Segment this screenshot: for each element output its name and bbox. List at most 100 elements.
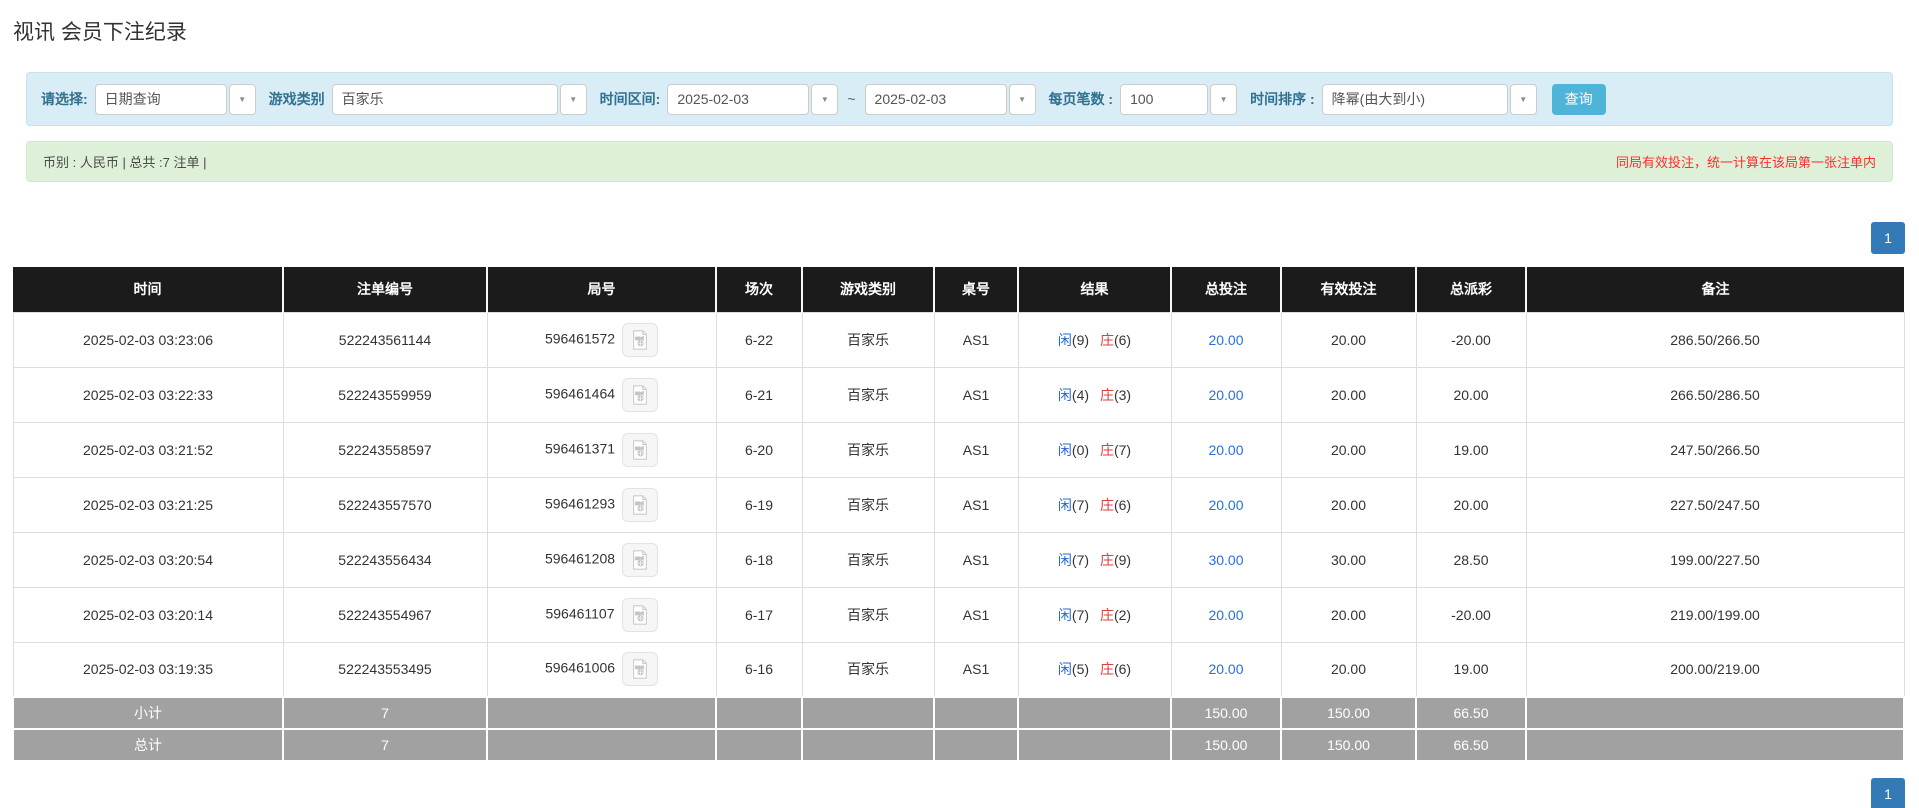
chevron-down-icon[interactable]: ▼ xyxy=(1210,83,1238,115)
round-cell: 596461293 xyxy=(486,476,717,533)
grand-total-label: 总计 xyxy=(12,728,284,762)
table-no-cell: AS1 xyxy=(933,531,1019,588)
date-to-value[interactable]: 2025-02-03 xyxy=(864,83,1007,115)
result-player-num: (7) xyxy=(1071,606,1090,623)
table-no-cell: AS1 xyxy=(933,311,1019,368)
valid-bet-notice-text: 同局有效投注，统一计算在该局第一张注单内 xyxy=(1615,155,1876,170)
video-file-icon xyxy=(633,659,647,679)
table-no-cell: AS1 xyxy=(933,641,1019,698)
round-cell: 596461208 xyxy=(486,531,717,588)
time-cell: 2025-02-03 03:20:14 xyxy=(12,586,284,643)
session-cell: 6-19 xyxy=(715,476,803,533)
game-type-cell: 百家乐 xyxy=(801,311,935,368)
total-bet-link[interactable]: 20.00 xyxy=(1208,661,1243,677)
page-size-label: 每页笔数 : xyxy=(1048,91,1114,107)
game-type-cell: 百家乐 xyxy=(801,586,935,643)
payout-cell: 28.50 xyxy=(1415,531,1527,588)
video-file-icon xyxy=(633,549,647,570)
total-bet-link[interactable]: 20.00 xyxy=(1208,607,1243,623)
round-id: 596461208 xyxy=(544,550,616,567)
subtotal-payout: 66.50 xyxy=(1415,696,1527,730)
result-cell: 闲(7) 庄(6) xyxy=(1017,476,1172,533)
result-player-label: 闲 xyxy=(1057,606,1072,623)
col-time: 时间 xyxy=(13,267,284,312)
bet-id-cell: 522243561144 xyxy=(282,311,488,368)
game-type-value[interactable]: 百家乐 xyxy=(331,83,558,115)
video-replay-button[interactable] xyxy=(621,597,658,632)
select-type-value[interactable]: 日期查询 xyxy=(94,83,227,115)
total-bet-link[interactable]: 30.00 xyxy=(1208,552,1243,568)
payout-cell: 19.00 xyxy=(1415,641,1527,698)
page-size-value[interactable]: 100 xyxy=(1120,83,1209,115)
subtotal-total-bet: 150.00 xyxy=(1170,696,1282,730)
bet-id-cell: 522243559959 xyxy=(282,366,488,423)
total-bet-link[interactable]: 20.00 xyxy=(1208,332,1243,348)
time-cell: 2025-02-03 03:22:33 xyxy=(12,366,284,423)
grand-total-valid-bet: 150.00 xyxy=(1280,728,1417,762)
remark-cell: 200.00/219.00 xyxy=(1525,641,1905,698)
total-bet-cell: 20.00 xyxy=(1170,641,1282,698)
grand-total-row: 总计 7 150.00 150.00 66.50 xyxy=(12,728,1905,762)
date-from-value[interactable]: 2025-02-03 xyxy=(667,83,810,115)
time-sort-value[interactable]: 降幂(由大到小) xyxy=(1321,83,1508,115)
page-1-button[interactable]: 1 xyxy=(1871,778,1905,808)
result-player-label: 闲 xyxy=(1057,496,1072,513)
chevron-down-icon[interactable]: ▼ xyxy=(559,83,587,115)
pagination-bottom: 1 xyxy=(0,778,1905,808)
payout-cell: 19.00 xyxy=(1415,421,1527,478)
total-bet-link[interactable]: 20.00 xyxy=(1208,497,1243,513)
date-range-separator: ~ xyxy=(847,91,856,107)
result-player-num: (0) xyxy=(1071,441,1090,458)
time-sort-label: 时间排序 : xyxy=(1250,91,1315,107)
subtotal-row: 小计 7 150.00 150.00 66.50 xyxy=(12,696,1905,730)
result-banker-num: (6) xyxy=(1113,331,1132,348)
result-player-num: (7) xyxy=(1071,551,1090,568)
col-total-bet: 总投注 xyxy=(1171,267,1282,312)
col-bet-id: 注单编号 xyxy=(283,267,488,312)
col-session: 场次 xyxy=(716,267,803,312)
bet-id-cell: 522243557570 xyxy=(282,476,488,533)
col-game-type: 游戏类别 xyxy=(802,267,935,312)
result-player-label: 闲 xyxy=(1057,331,1072,348)
session-cell: 6-17 xyxy=(715,586,803,643)
total-bet-link[interactable]: 20.00 xyxy=(1208,442,1243,458)
video-replay-button[interactable] xyxy=(622,377,659,412)
table-row: 2025-02-03 03:22:33 522243559959 5964614… xyxy=(12,366,1905,423)
pagination-top: 1 xyxy=(0,222,1905,254)
result-player-label: 闲 xyxy=(1057,441,1072,458)
valid-bet-cell: 20.00 xyxy=(1280,421,1417,478)
total-bet-link[interactable]: 20.00 xyxy=(1208,387,1243,403)
chevron-down-icon[interactable]: ▼ xyxy=(811,83,839,115)
session-cell: 6-16 xyxy=(715,641,803,698)
remark-cell: 266.50/286.50 xyxy=(1525,366,1905,423)
search-button[interactable]: 查询 xyxy=(1551,83,1606,115)
video-replay-button[interactable] xyxy=(622,542,659,577)
page-1-button[interactable]: 1 xyxy=(1871,222,1905,254)
chevron-down-icon[interactable]: ▼ xyxy=(1008,83,1036,115)
result-banker-num: (6) xyxy=(1113,496,1132,513)
table-no-cell: AS1 xyxy=(933,421,1019,478)
chevron-down-icon[interactable]: ▼ xyxy=(228,83,256,115)
video-replay-button[interactable] xyxy=(622,322,659,357)
table-row: 2025-02-03 03:20:54 522243556434 5964612… xyxy=(12,531,1905,588)
grand-total-total-bet: 150.00 xyxy=(1170,728,1282,762)
subtotal-count: 7 xyxy=(282,696,488,730)
video-replay-button[interactable] xyxy=(622,652,659,687)
time-cell: 2025-02-03 03:21:52 xyxy=(12,421,284,478)
valid-bet-cell: 20.00 xyxy=(1280,476,1417,533)
round-id: 596461107 xyxy=(545,605,615,622)
valid-bet-cell: 20.00 xyxy=(1280,366,1417,423)
chevron-down-icon[interactable]: ▼ xyxy=(1509,83,1537,115)
result-player-num: (9) xyxy=(1071,331,1090,348)
table-row: 2025-02-03 03:19:35 522243553495 5964610… xyxy=(12,641,1905,698)
video-replay-button[interactable] xyxy=(622,487,659,522)
subtotal-valid-bet: 150.00 xyxy=(1280,696,1417,730)
result-banker-label: 庄 xyxy=(1099,551,1114,568)
result-player-label: 闲 xyxy=(1057,661,1072,678)
round-cell: 596461006 xyxy=(486,641,717,698)
subtotal-label: 小计 xyxy=(12,696,284,730)
result-banker-label: 庄 xyxy=(1099,496,1114,513)
video-replay-button[interactable] xyxy=(622,432,659,467)
result-banker-label: 庄 xyxy=(1099,661,1114,678)
remark-cell: 286.50/266.50 xyxy=(1525,311,1905,368)
